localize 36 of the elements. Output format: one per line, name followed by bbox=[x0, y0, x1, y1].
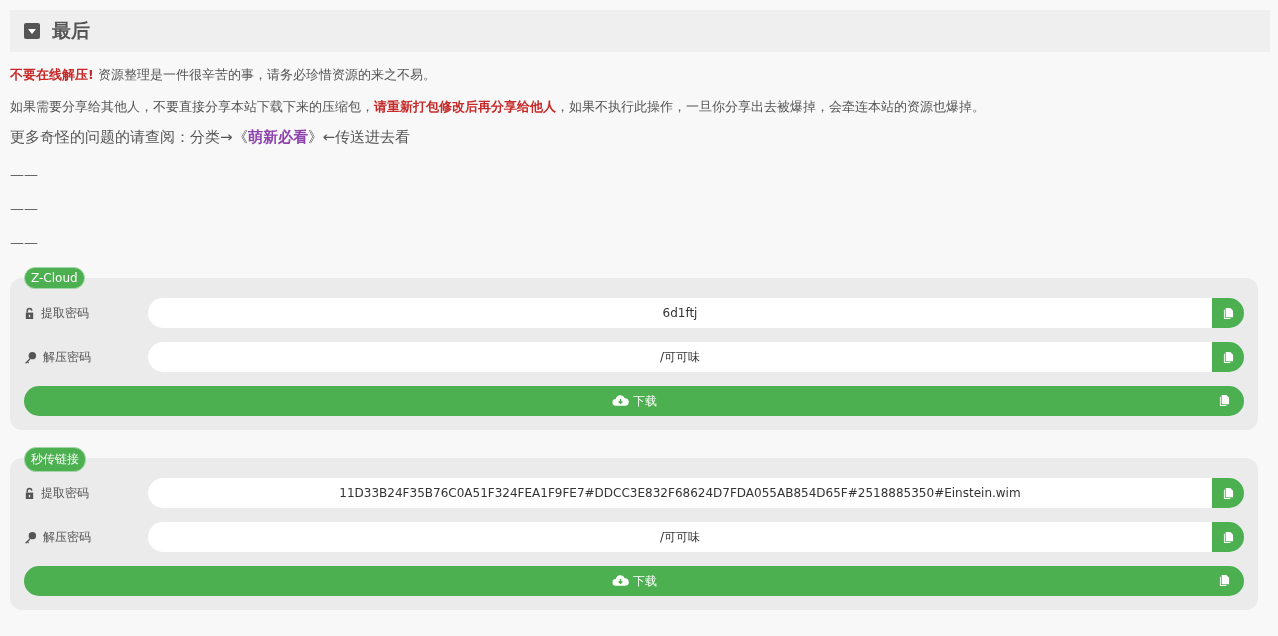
source-tag: 秒传链接 bbox=[24, 447, 86, 472]
password-field[interactable]: /可可味 bbox=[148, 342, 1212, 372]
caret-icon bbox=[27, 26, 37, 36]
field-label: 提取密码 bbox=[41, 304, 89, 322]
copy-icon bbox=[1219, 574, 1230, 587]
collapse-toggle[interactable] bbox=[24, 23, 40, 39]
section-title: 最后 bbox=[52, 18, 90, 43]
field-label: 解压密码 bbox=[43, 528, 91, 546]
dash-text: —— bbox=[10, 200, 38, 216]
dash-text: —— bbox=[10, 234, 38, 250]
cloud-download-icon bbox=[611, 395, 629, 407]
notice-text: 不要在线解压! 资源整理是一件很辛苦的事，请务必珍惜资源的来之不易。 bbox=[10, 66, 437, 84]
dash-text: —— bbox=[10, 166, 38, 182]
copy-button[interactable] bbox=[1212, 522, 1244, 552]
copy-icon bbox=[1222, 486, 1234, 500]
key-icon bbox=[24, 350, 37, 364]
notice-text: 如果需要分享给其他人，不要直接分享本站下载下来的压缩包，请重新打包修改后再分享给他人，如果不执行此操作，一旦你分享出去被爆掉，会牵连本站的资源也爆掉。 bbox=[10, 97, 986, 115]
password-field[interactable]: /可可味 bbox=[148, 522, 1212, 552]
copy-icon bbox=[1222, 530, 1234, 544]
cloud-download-icon bbox=[611, 575, 629, 587]
unlocked-padlock-icon bbox=[24, 306, 35, 320]
unlocked-padlock-icon bbox=[24, 486, 35, 500]
field-label: 提取密码 bbox=[41, 484, 89, 502]
copy-icon bbox=[1219, 394, 1230, 407]
copy-icon bbox=[1222, 350, 1234, 364]
copy-icon bbox=[1222, 306, 1234, 320]
key-icon bbox=[24, 530, 37, 544]
copy-button[interactable] bbox=[1212, 298, 1244, 328]
copy-button[interactable] bbox=[1212, 342, 1244, 372]
guide-link[interactable]: 萌新必看 bbox=[247, 128, 308, 146]
copy-button[interactable] bbox=[1212, 478, 1244, 508]
notice-text: 更多奇怪的问题的请查阅：分类→《萌新必看》←传送进去看 bbox=[10, 127, 412, 148]
source-tag: Z-Cloud bbox=[24, 267, 85, 289]
password-field[interactable]: 11D33B24F35B76C0A51F324FEA1F9FE7#DDCC3E832F68624D7FDA055AB854D65F#2518885350#Einstein.wim bbox=[148, 478, 1212, 508]
field-label: 解压密码 bbox=[43, 348, 91, 366]
password-field[interactable]: 6d1ftj bbox=[148, 298, 1212, 328]
